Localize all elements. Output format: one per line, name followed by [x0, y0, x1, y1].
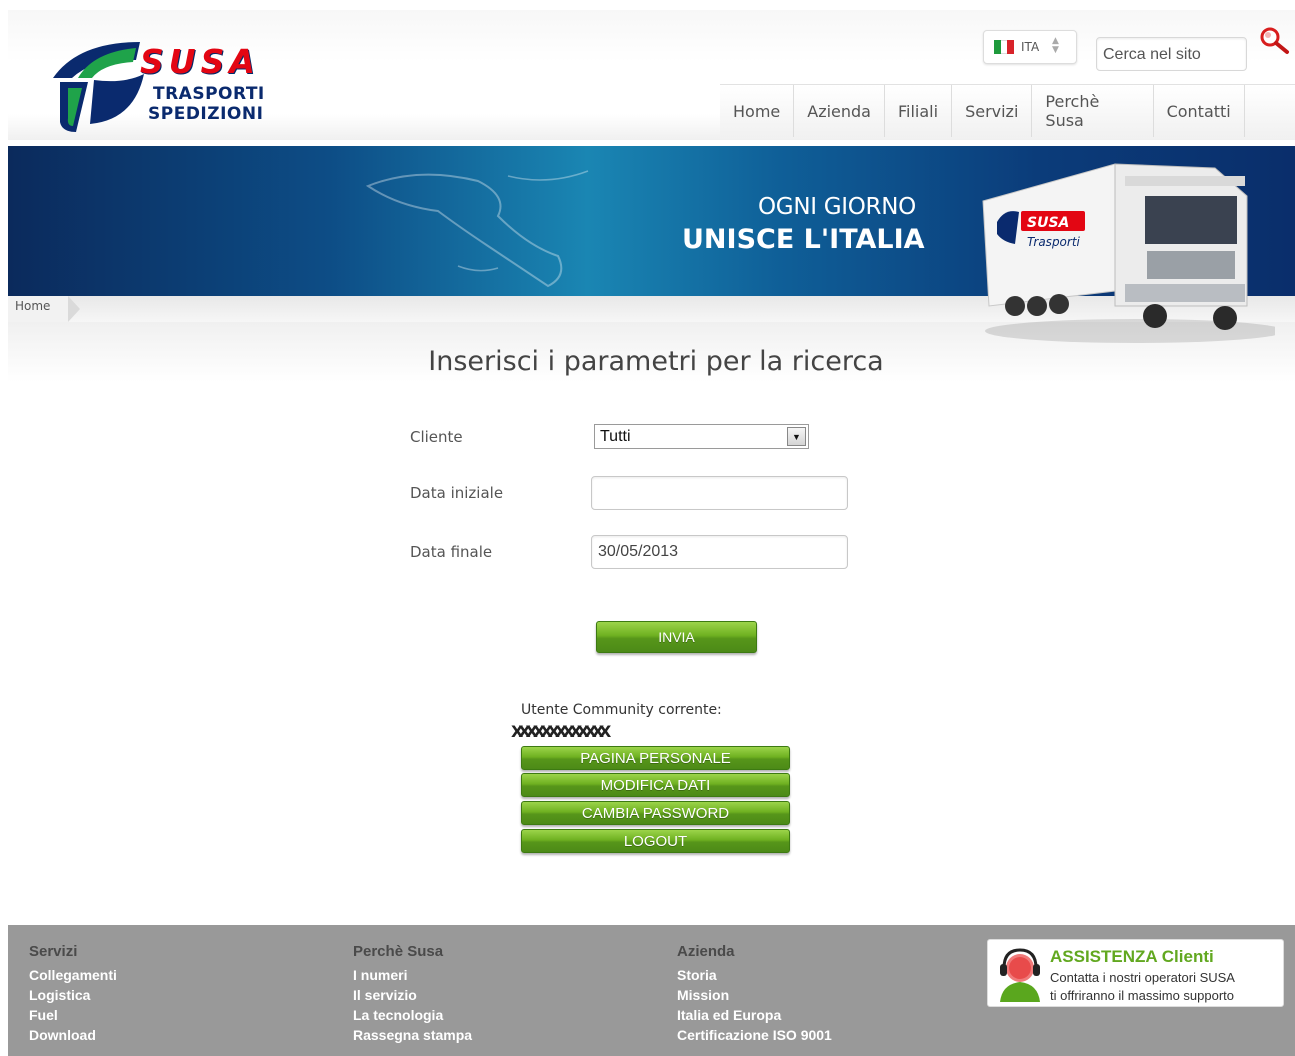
- footer-link[interactable]: Download: [29, 1025, 117, 1045]
- footer-link[interactable]: Storia: [677, 965, 832, 985]
- search-input[interactable]: Cerca nel sito: [1096, 37, 1247, 71]
- site-footer: Servizi Collegamenti Logistica Fuel Down…: [8, 925, 1295, 1056]
- footer-column-title: Servizi: [29, 943, 78, 960]
- main-nav: Home Azienda Filiali Servizi Perchè Susa…: [720, 84, 1295, 140]
- footer-link[interactable]: La tecnologia: [353, 1005, 472, 1025]
- search-icon[interactable]: [1258, 26, 1290, 56]
- nav-perche-susa[interactable]: Perchè Susa: [1032, 85, 1154, 137]
- footer-column-azienda: Azienda Storia Mission Italia ed Europa …: [677, 943, 832, 1045]
- page-title: Inserisci i parametri per la ricerca: [428, 346, 884, 377]
- truck-subtitle: Trasporti: [1027, 235, 1081, 249]
- footer-link[interactable]: Il servizio: [353, 985, 472, 1005]
- footer-link[interactable]: Fuel: [29, 1005, 117, 1025]
- footer-link[interactable]: Collegamenti: [29, 965, 117, 985]
- logo-subtitle-1: TRASPORTI: [153, 84, 265, 104]
- cambia-password-button[interactable]: CAMBIA PASSWORD: [521, 801, 790, 825]
- logo-wordmark: SUSA: [140, 42, 260, 81]
- footer-link[interactable]: Italia ed Europa: [677, 1005, 832, 1025]
- current-user-label: Utente Community corrente:: [521, 702, 722, 718]
- breadcrumb-home[interactable]: Home: [8, 296, 81, 322]
- footer-link[interactable]: I numeri: [353, 965, 472, 985]
- data-iniziale-label: Data iniziale: [410, 484, 504, 502]
- footer-link[interactable]: Mission: [677, 985, 832, 1005]
- truck-logo-text: SUSA: [1027, 215, 1069, 231]
- nav-filiali[interactable]: Filiali: [884, 85, 953, 137]
- italy-flag-icon: [994, 40, 1015, 54]
- headset-operator-icon: [1000, 948, 1040, 1002]
- italy-map-icon: [365, 170, 589, 288]
- nav-servizi[interactable]: Servizi: [952, 85, 1033, 137]
- language-selector[interactable]: ITA ▲ ▼: [983, 30, 1077, 64]
- footer-column-perche-susa: Perchè Susa I numeri Il servizio La tecn…: [353, 943, 472, 1045]
- nav-azienda[interactable]: Azienda: [794, 85, 885, 137]
- banner-line-1: OGNI GIORNO: [758, 194, 916, 220]
- data-finale-input[interactable]: [591, 535, 848, 569]
- assistance-text: Contatta i nostri operatori SUSA ti offr…: [1050, 969, 1235, 1005]
- pagina-personale-button[interactable]: PAGINA PERSONALE: [521, 746, 790, 770]
- logo-emblem-icon: [53, 42, 144, 132]
- footer-link[interactable]: Rassegna stampa: [353, 1025, 472, 1045]
- data-iniziale-input[interactable]: [591, 476, 848, 510]
- truck-image: SUSA Trasporti: [982, 163, 1275, 343]
- data-finale-label: Data finale: [410, 543, 493, 561]
- current-user-name: XXXXXXXXXXXXX: [511, 722, 611, 741]
- logout-button[interactable]: LOGOUT: [521, 829, 790, 853]
- language-code: ITA: [1021, 40, 1040, 54]
- up-down-arrows-icon: ▲ ▼: [1052, 36, 1059, 55]
- banner-line-2: UNISCE L'ITALIA: [682, 224, 925, 255]
- footer-column-title: Perchè Susa: [353, 943, 444, 960]
- cliente-selected-value: Tutti: [600, 428, 631, 445]
- nav-spacer: [1244, 85, 1295, 137]
- site-header: SUSA TRASPORTI SPEDIZIONI ITA ▲ ▼ Cerca n…: [8, 10, 1295, 140]
- assistance-line-1: Contatta i nostri operatori SUSA: [1050, 970, 1235, 985]
- invia-button[interactable]: INVIA: [596, 621, 757, 653]
- susa-logo[interactable]: SUSA TRASPORTI SPEDIZIONI: [48, 40, 288, 136]
- logo-subtitle-2: SPEDIZIONI: [148, 104, 264, 124]
- footer-link[interactable]: Logistica: [29, 985, 117, 1005]
- nav-contatti[interactable]: Contatti: [1153, 85, 1245, 137]
- cliente-label: Cliente: [410, 428, 463, 446]
- assistance-line-2: ti offriranno il massimo supporto: [1050, 988, 1235, 1003]
- nav-home[interactable]: Home: [720, 85, 795, 137]
- chevron-down-icon[interactable]: ▼: [787, 427, 806, 446]
- footer-column-servizi: Servizi Collegamenti Logistica Fuel Down…: [29, 943, 117, 1045]
- footer-link[interactable]: Certificazione ISO 9001: [677, 1025, 832, 1045]
- assistance-box[interactable]: ASSISTENZA Clienti Contatta i nostri ope…: [987, 939, 1284, 1007]
- footer-column-title: Azienda: [677, 943, 735, 960]
- assistance-title: ASSISTENZA Clienti: [1050, 947, 1214, 966]
- cliente-select[interactable]: Tutti ▼: [594, 424, 809, 449]
- modifica-dati-button[interactable]: MODIFICA DATI: [521, 773, 790, 797]
